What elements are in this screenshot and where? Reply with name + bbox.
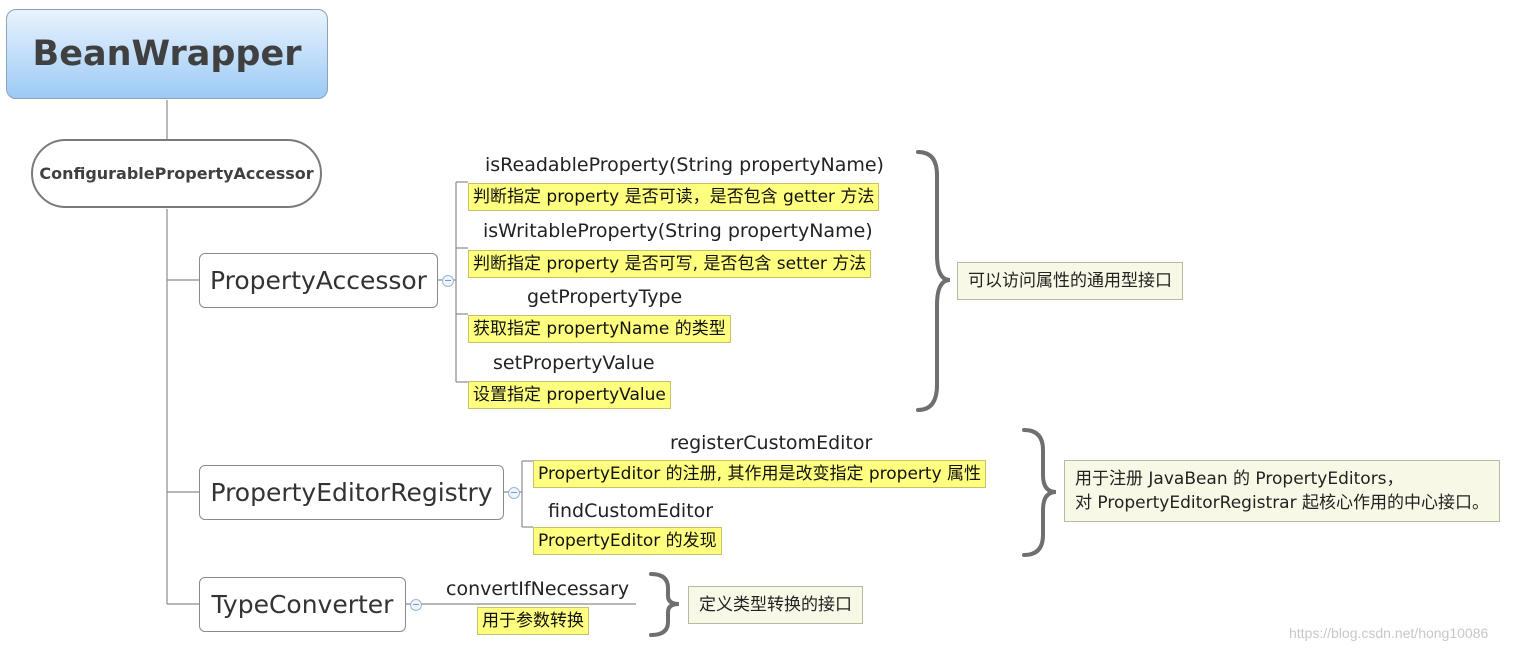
summary-line: 定义类型转换的接口 (699, 595, 852, 615)
brace-3 (649, 572, 680, 637)
brace-1 (916, 150, 951, 412)
method-is-writable-property[interactable]: isWritableProperty(String propertyName) (483, 220, 873, 242)
note-get-property-type: 获取指定 propertyName 的类型 (468, 315, 731, 343)
summary-property-editor-registry[interactable]: 用于注册 JavaBean 的 PropertyEditors， 对 Prope… (1064, 460, 1500, 522)
method-set-property-value[interactable]: setPropertyValue (493, 352, 655, 374)
summary-line: 用于注册 JavaBean 的 PropertyEditors， (1075, 469, 1404, 489)
note-register-custom-editor: PropertyEditor 的注册, 其作用是改变指定 property 属性 (533, 460, 987, 488)
topic-property-editor-registry[interactable]: PropertyEditorRegistry (199, 465, 504, 520)
brace-2 (1022, 428, 1057, 557)
method-get-property-type[interactable]: getPropertyType (527, 286, 682, 308)
root-topic-beanwrapper[interactable]: BeanWrapper (6, 9, 328, 99)
summary-line: 对 PropertyEditorRegistrar 起核心作用的中心接口。 (1075, 493, 1489, 513)
collapse-toggle-icon[interactable] (508, 487, 520, 499)
watermark-text: https://blog.csdn.net/hong10086 (1289, 625, 1489, 641)
note-is-writable-property: 判断指定 property 是否可写, 是否包含 setter 方法 (468, 250, 872, 278)
note-convert-if-necessary: 用于参数转换 (477, 607, 589, 635)
collapse-toggle-icon[interactable] (410, 599, 422, 611)
summary-type-converter[interactable]: 定义类型转换的接口 (688, 586, 863, 624)
method-convert-if-necessary[interactable]: convertIfNecessary (446, 578, 629, 600)
note-set-property-value: 设置指定 propertyValue (468, 381, 671, 409)
note-find-custom-editor: PropertyEditor 的发现 (533, 527, 722, 555)
method-is-readable-property[interactable]: isReadableProperty(String propertyName) (485, 154, 884, 176)
summary-property-accessor[interactable]: 可以访问属性的通用型接口 (957, 262, 1183, 300)
method-find-custom-editor[interactable]: findCustomEditor (548, 500, 713, 522)
note-is-readable-property: 判断指定 property 是否可读，是否包含 getter 方法 (468, 183, 880, 211)
topic-type-converter[interactable]: TypeConverter (199, 577, 406, 632)
topic-configurable-property-accessor[interactable]: ConfigurablePropertyAccessor (31, 139, 322, 208)
method-register-custom-editor[interactable]: registerCustomEditor (670, 432, 872, 454)
summary-line: 可以访问属性的通用型接口 (968, 271, 1172, 291)
collapse-toggle-icon[interactable] (442, 275, 454, 287)
topic-property-accessor[interactable]: PropertyAccessor (199, 253, 438, 308)
